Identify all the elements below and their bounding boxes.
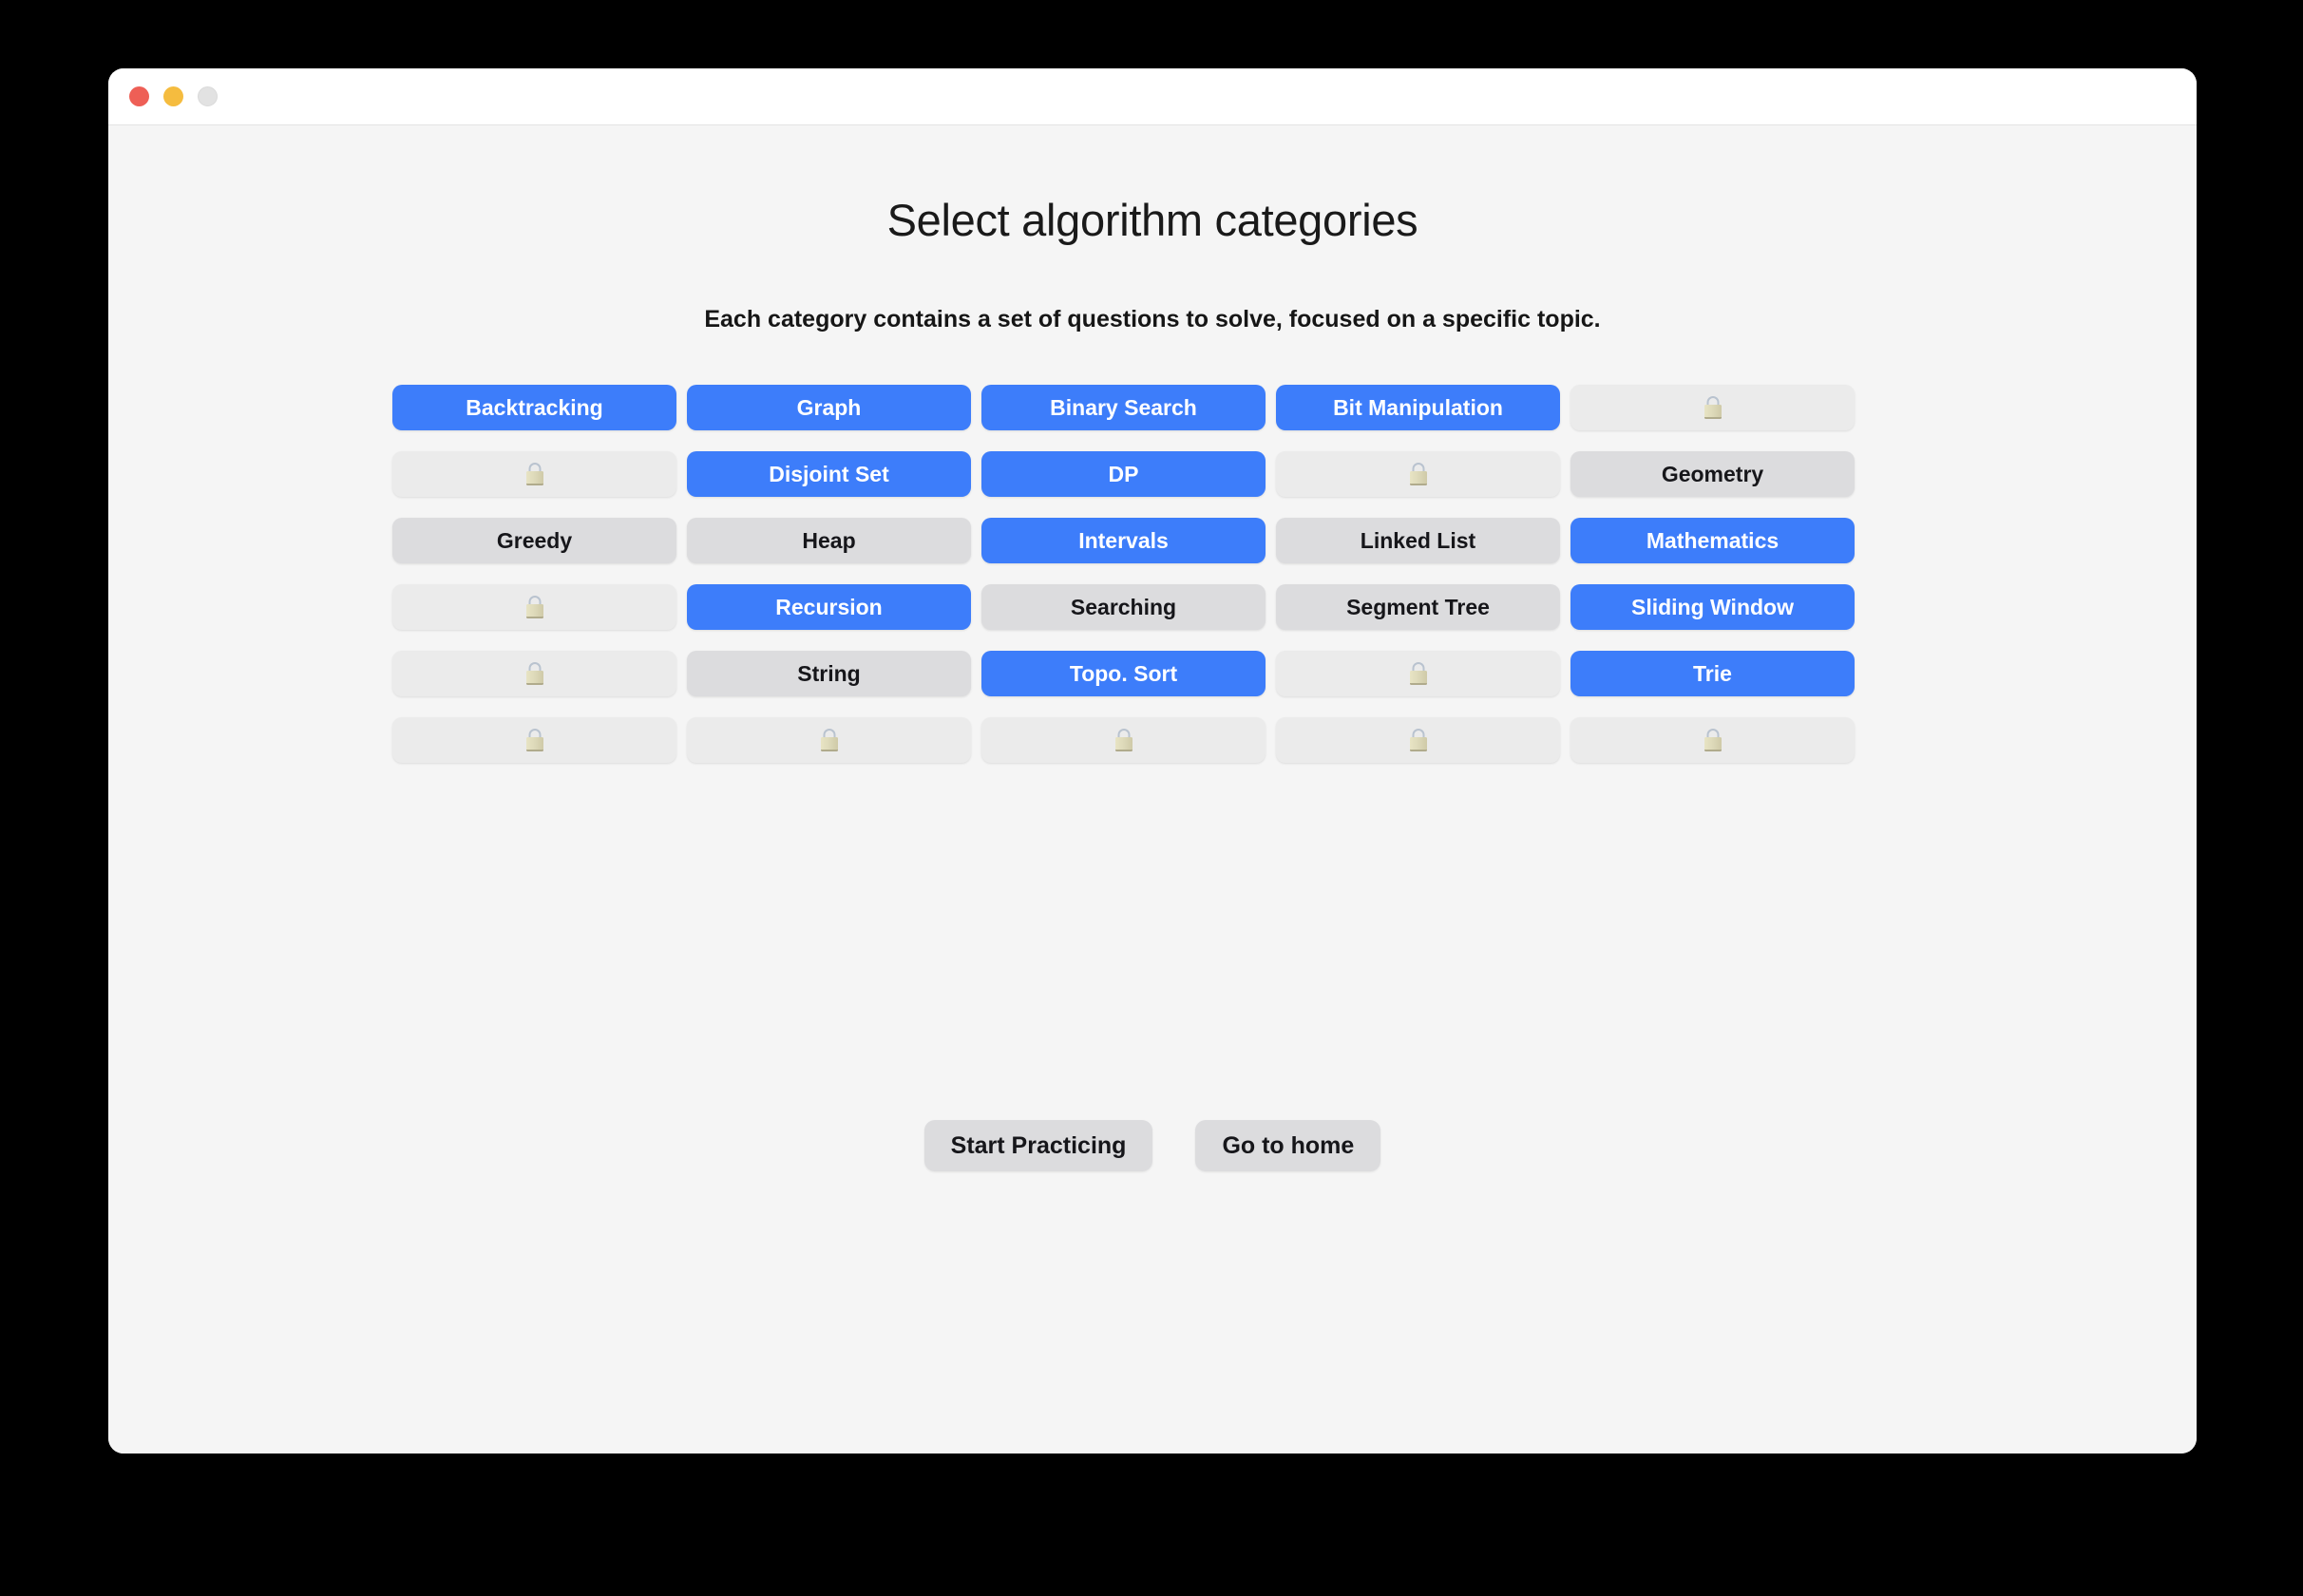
category-button[interactable]: Graph [687, 385, 971, 430]
lock-icon [1409, 463, 1427, 485]
category-button[interactable]: Binary Search [981, 385, 1266, 430]
lock-icon [525, 729, 543, 751]
category-button-locked [981, 717, 1266, 763]
category-button-locked [392, 651, 676, 696]
category-button-label: Searching [1070, 595, 1177, 619]
category-button-locked [392, 451, 676, 497]
category-button-locked [392, 584, 676, 630]
app-window: Select algorithm categories Each categor… [108, 68, 2197, 1454]
category-button[interactable]: String [687, 651, 971, 696]
lock-icon [1409, 662, 1427, 685]
category-button-label: Recursion [775, 595, 883, 619]
category-button[interactable]: Segment Tree [1276, 584, 1560, 630]
category-button[interactable]: Recursion [687, 584, 971, 630]
category-button-label: Segment Tree [1346, 595, 1490, 619]
category-button[interactable]: Intervals [981, 518, 1266, 563]
category-button[interactable]: Disjoint Set [687, 451, 971, 497]
category-button-label: Linked List [1360, 528, 1476, 553]
page-content: Select algorithm categories Each categor… [108, 125, 2197, 1454]
traffic-light-group [129, 86, 218, 106]
lock-icon [820, 729, 838, 751]
category-button-locked [1276, 717, 1560, 763]
category-button[interactable]: Greedy [392, 518, 676, 563]
category-button[interactable]: DP [981, 451, 1266, 497]
lock-icon [1703, 729, 1722, 751]
page-title: Select algorithm categories [886, 195, 1418, 245]
category-button-label: Disjoint Set [769, 462, 889, 486]
category-button-label: String [797, 661, 861, 686]
close-window-icon[interactable] [129, 86, 149, 106]
category-button[interactable]: Bit Manipulation [1276, 385, 1560, 430]
minimize-window-icon[interactable] [163, 86, 183, 106]
lock-icon [525, 596, 543, 618]
category-button-locked [687, 717, 971, 763]
zoom-window-icon[interactable] [198, 86, 218, 106]
lock-icon [525, 463, 543, 485]
start-practicing-button[interactable]: Start Practicing [923, 1120, 1153, 1171]
category-button-locked [1276, 451, 1560, 497]
category-button-locked [392, 717, 676, 763]
category-button[interactable]: Sliding Window [1570, 584, 1855, 630]
category-button-label: Backtracking [466, 395, 603, 420]
lock-icon [1409, 729, 1427, 751]
go-to-home-button[interactable]: Go to home [1195, 1120, 1381, 1171]
lock-icon [525, 662, 543, 685]
category-button[interactable]: Geometry [1570, 451, 1855, 497]
category-grid: Backtracking Graph Binary Search Bit Manipu… [392, 385, 1855, 763]
category-button-label: Trie [1693, 661, 1732, 686]
category-button-label: Greedy [496, 528, 573, 553]
category-button-label: Intervals [1078, 528, 1169, 553]
category-button-label: DP [1108, 462, 1139, 486]
category-button[interactable]: Mathematics [1570, 518, 1855, 563]
page-subtitle: Each category contains a set of question… [704, 306, 1601, 332]
category-button[interactable]: Trie [1570, 651, 1855, 696]
category-button-label: Graph [796, 395, 862, 420]
category-button[interactable]: Searching [981, 584, 1266, 630]
category-button[interactable]: Heap [687, 518, 971, 563]
category-button-locked [1570, 717, 1855, 763]
category-button[interactable]: Backtracking [392, 385, 676, 430]
category-button[interactable]: Linked List [1276, 518, 1560, 563]
category-button-label: Bit Manipulation [1333, 395, 1503, 420]
category-button-locked [1570, 385, 1855, 430]
category-button-label: Heap [802, 528, 856, 553]
category-button-label: Topo. Sort [1069, 661, 1178, 686]
category-button-locked [1276, 651, 1560, 696]
lock-icon [1703, 396, 1722, 419]
action-bar: Start Practicing Go to home [108, 1120, 2197, 1171]
window-titlebar [108, 68, 2197, 125]
category-button-label: Mathematics [1646, 528, 1780, 553]
category-button[interactable]: Topo. Sort [981, 651, 1266, 696]
lock-icon [1114, 729, 1132, 751]
category-button-label: Binary Search [1050, 395, 1197, 420]
category-button-label: Sliding Window [1631, 595, 1794, 619]
category-button-label: Geometry [1661, 462, 1764, 486]
